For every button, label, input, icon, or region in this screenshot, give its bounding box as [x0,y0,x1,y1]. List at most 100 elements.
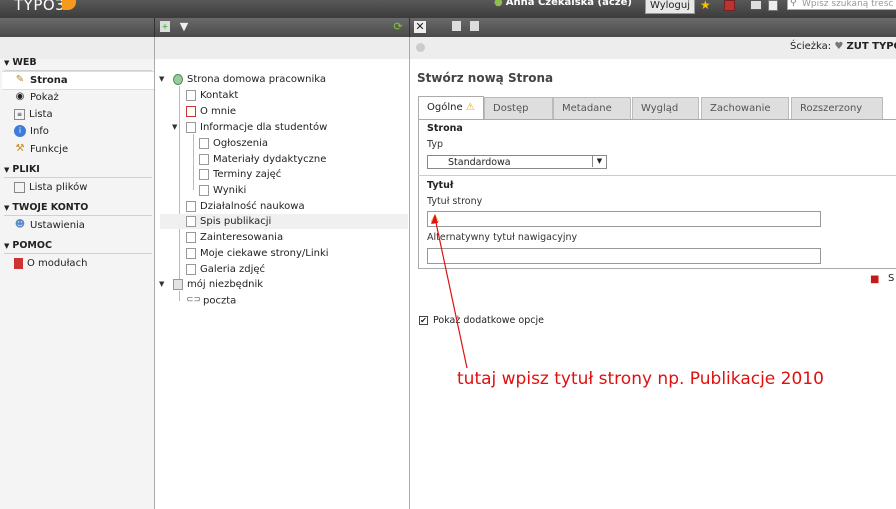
page-icon [186,231,196,243]
tree-node[interactable]: Działalność naukowa [186,199,305,214]
info-icon: i [14,125,26,137]
logout-button[interactable]: Wyloguj [645,0,695,14]
tree-node[interactable]: Zainteresowania [186,230,283,245]
typ-select[interactable]: Standardowa [427,155,607,169]
toolbar-divider [154,18,155,37]
folder-icon [173,278,183,290]
help-book-icon [14,257,23,269]
collapse-icon[interactable]: ▼ [159,277,164,292]
section-web[interactable]: ▼ WEB [4,57,37,68]
tab-zachowanie[interactable]: Zachowanie [701,97,789,119]
user-name: Anna Czekalska (acze) [505,0,632,8]
tab-rozszerzony[interactable]: Rozszerzony [791,97,883,119]
tree-node[interactable]: Ogłoszenia [199,136,268,151]
tree-line [193,134,194,190]
tab-ogolne[interactable]: Ogólne ⚠ [418,96,484,120]
filter-icon[interactable]: ▼ [178,21,190,33]
tree-node[interactable]: ▼ mój niezbędnik [159,277,263,292]
shield-icon: ♥ [834,41,844,52]
page-edit-icon: ✎ [15,74,25,85]
tree-node[interactable]: Kontakt [186,88,238,103]
tree-node[interactable]: Moje ciekawe strony/Linki [186,246,329,261]
menu-item-pokaz[interactable]: ◉ Pokaż [14,89,154,106]
tree-node[interactable]: ⊂⊃ poczta [186,293,236,308]
site-root-icon [173,73,183,85]
wand-icon: ⚒ [15,143,25,154]
warning-icon: ⚠ [465,102,475,113]
page-icon [199,153,209,165]
page-icon [186,200,196,212]
toolbar [0,18,896,37]
workspace-icon[interactable] [724,0,735,11]
section-pomoc[interactable]: ▼ POMOC [4,240,52,251]
list-icon: ≡ [14,108,25,120]
search-icon: ⚲ [790,0,797,8]
link-icon: ⊂⊃ [186,295,202,305]
tree-node[interactable]: Materiały dydaktyczne [199,152,326,167]
file-list-icon [14,181,25,193]
menu-item-funkcje[interactable]: ⚒ Funkcje [14,141,154,158]
eye-icon: ◉ [15,91,25,102]
tree-node[interactable]: Galeria zdjęć [186,262,265,277]
refresh-icon[interactable]: ⟳ [392,21,404,33]
collapse-icon[interactable]: ▼ [159,72,164,87]
section-twoje-konto[interactable]: ▼ TWOJE KONTO [4,202,88,213]
tab-dostep[interactable]: Dostęp [484,97,553,119]
page-icon [186,89,196,101]
tree-root[interactable]: ▼ Strona domowa pracownika [159,72,326,87]
new-page-icon[interactable]: + [160,21,170,32]
page-icon [199,168,209,180]
user-menu[interactable]: ● Anna Czekalska (acze) [494,0,632,8]
page-tree-header [155,37,409,59]
user-icon: ● [494,0,503,8]
divider [418,175,896,176]
page-icon [186,215,196,227]
annotation-text: tutaj wpisz tytuł strony np. Publikacje … [457,369,824,389]
tree-node-selected[interactable]: Spis publikacji [160,214,408,229]
toolbar-divider [409,18,410,37]
tree-node[interactable]: O mnie [186,104,236,119]
page-icon [186,121,196,133]
menu-item-lista-plikow[interactable]: Lista plików [14,179,154,196]
divider [4,215,152,216]
module-menu-header [0,37,154,59]
page-title: Stwórz nową Strona [417,71,554,85]
edit-icon[interactable] [768,0,778,11]
collapse-icon[interactable]: ▼ [172,120,177,135]
save-label[interactable]: S [888,273,894,284]
menu-item-strona[interactable]: ✎ Strona [2,71,154,90]
menu-item-o-modulach[interactable]: O modułach [14,255,154,272]
save-close-icon[interactable] [470,21,479,31]
annotation-arrow [431,214,468,369]
tab-wyglad[interactable]: Wygląd [632,97,699,119]
section-strona-heading: Strona [427,123,463,134]
section-tytul-heading: Tytuł [427,180,454,191]
bookmark-star-icon[interactable]: ★ [700,0,711,11]
menu-item-info[interactable]: i Info [14,123,154,140]
tree-node[interactable]: Terminy zajęć [199,167,281,182]
typo3-logo[interactable]: TYPO3 [14,0,65,14]
divider [4,253,152,254]
page-icon [186,247,196,259]
cache-icon[interactable] [750,0,762,10]
tree-node[interactable]: Wyniki [199,183,246,198]
page-hidden-icon [186,105,196,117]
page-icon [199,184,209,196]
save-icon[interactable] [452,21,461,31]
menu-item-ustawienia[interactable]: ☻ Ustawienia [14,217,154,234]
tree-line [179,86,180,286]
page-icon [186,263,196,275]
typ-label: Typ [427,139,443,150]
menu-item-lista[interactable]: ≡ Lista [14,106,154,123]
help-icon[interactable] [416,43,425,52]
section-pliki[interactable]: ▼ PLIKI [4,164,40,175]
tab-metadane[interactable]: Metadane [553,97,631,119]
page-icon [199,137,209,149]
user-settings-icon: ☻ [14,219,26,230]
save-doc-icon[interactable]: ■ [870,274,879,285]
search-input[interactable]: Wpisz szukaną treść [787,0,896,10]
tree-node[interactable]: ▼ Informacje dla studentów [172,120,327,135]
chevron-down-icon[interactable]: ▼ [592,156,606,167]
tree-line [179,291,180,301]
close-icon[interactable]: ✕ [414,21,426,33]
